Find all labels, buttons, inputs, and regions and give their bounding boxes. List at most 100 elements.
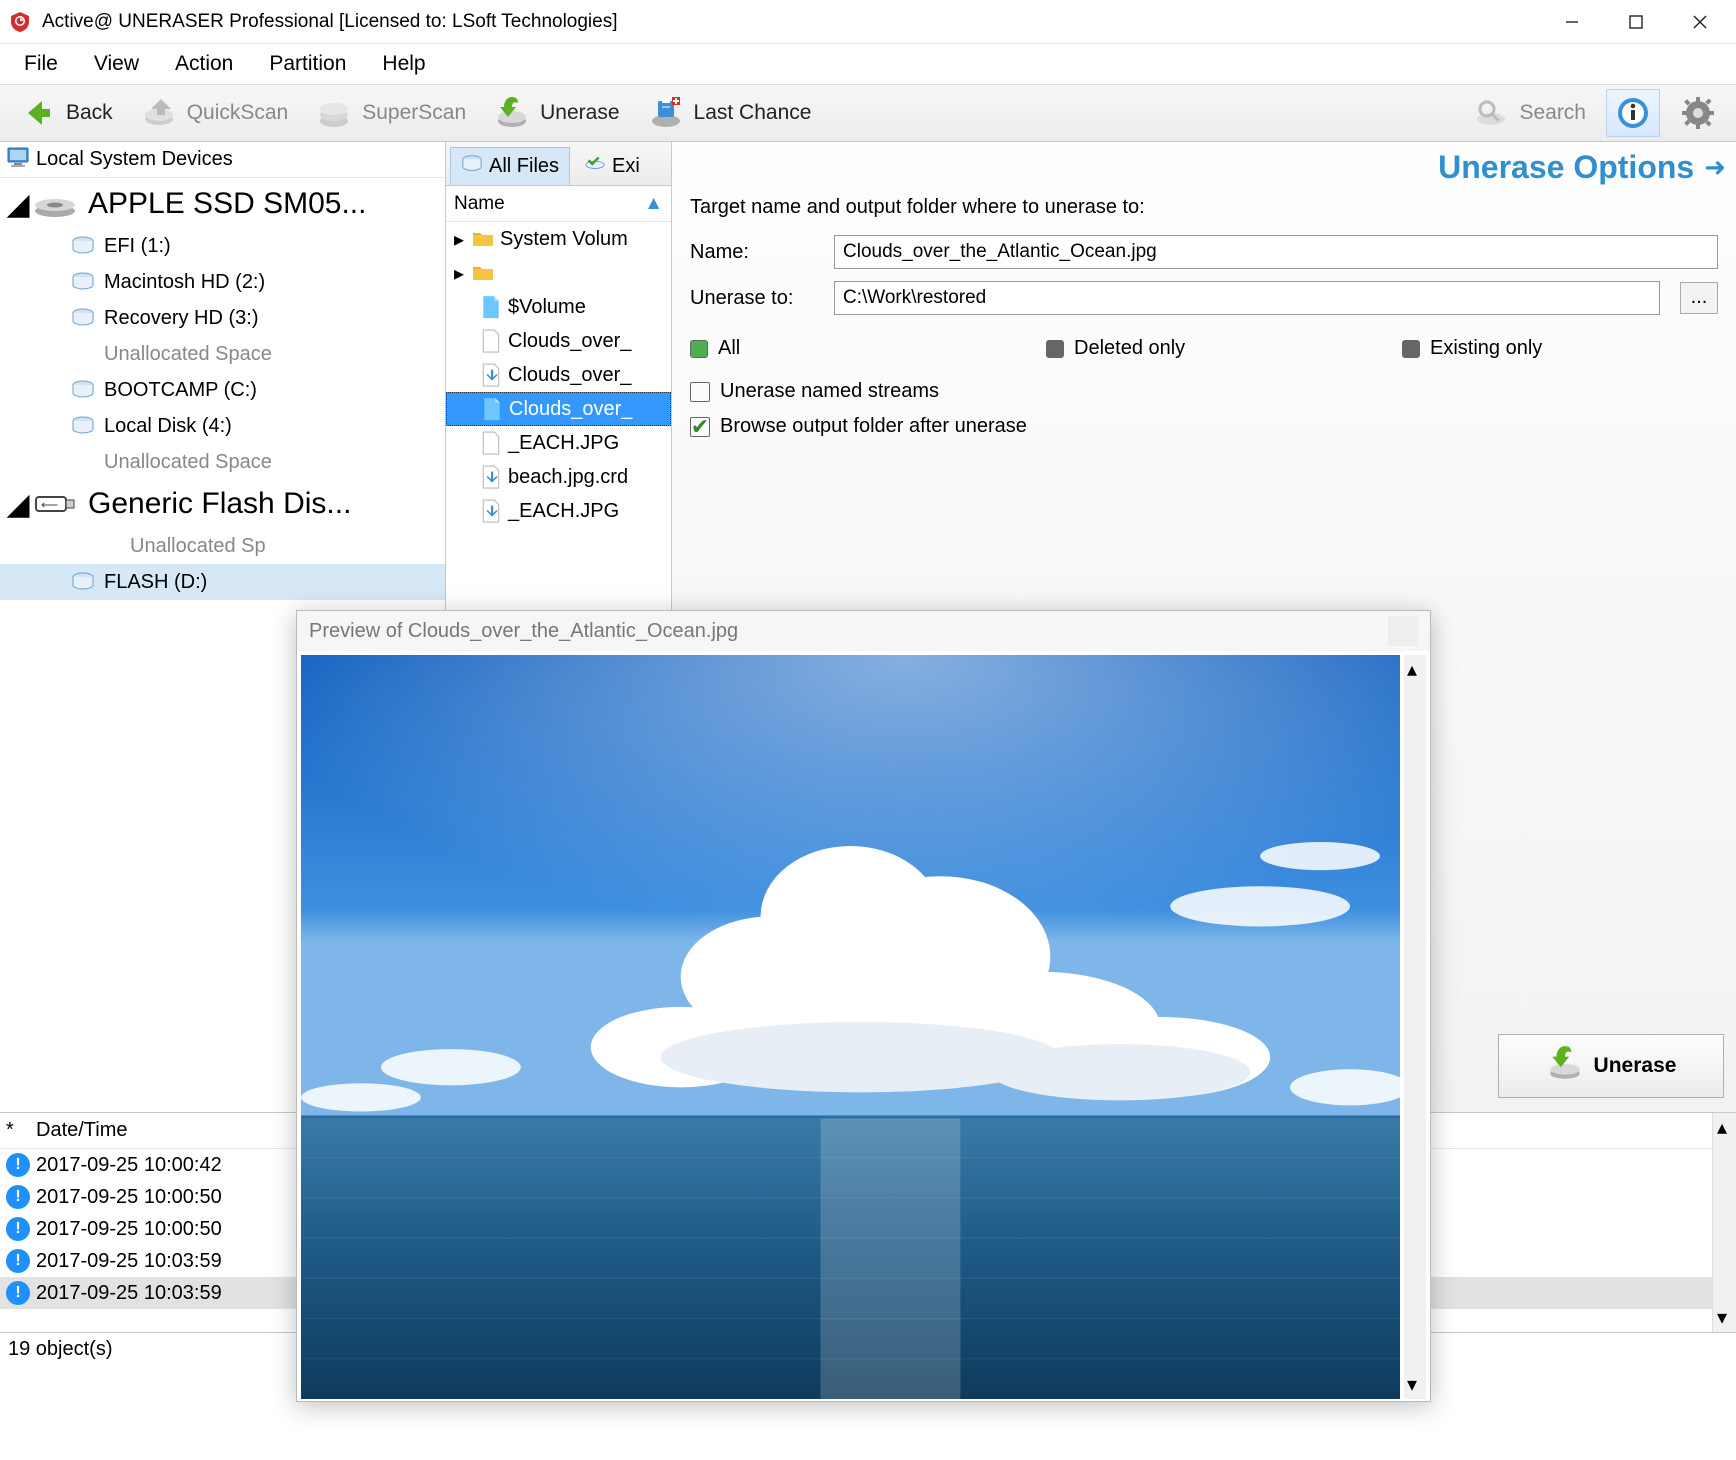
toolbar: Back QuickScan SuperScan Unerase Last Ch…: [0, 84, 1736, 142]
volume-icon: [70, 271, 96, 293]
devices-tree: ◢ APPLE SSD SM05... EFI (1:) Macintosh H…: [0, 178, 445, 602]
info-badge-icon: !: [6, 1217, 30, 1241]
preview-image: [301, 655, 1400, 1399]
file-row[interactable]: _EACH.JPG: [446, 494, 671, 528]
file-icon: [480, 432, 502, 454]
gear-icon: [1680, 95, 1716, 131]
tree-unallocated[interactable]: Unallocated Space: [0, 336, 445, 372]
volume-icon: [70, 235, 96, 257]
back-button[interactable]: Back: [6, 89, 127, 137]
file-download-icon: [480, 500, 502, 522]
tree-vol-efi[interactable]: EFI (1:): [0, 228, 445, 264]
file-row[interactable]: $Volume: [446, 290, 671, 324]
volume-icon: [70, 307, 96, 329]
log-scrollbar[interactable]: ▴ ▾: [1712, 1113, 1736, 1332]
file-row-selected[interactable]: Clouds_over_: [446, 392, 671, 426]
preview-scrollbar[interactable]: ▴ ▾: [1404, 655, 1426, 1399]
tree-vol-macintosh[interactable]: Macintosh HD (2:): [0, 264, 445, 300]
file-icon: [480, 296, 502, 318]
volume-icon: [70, 379, 96, 401]
menu-help[interactable]: Help: [364, 46, 443, 82]
hdd-icon: [30, 193, 80, 215]
check-browse-after[interactable]: ✔Browse output folder after unerase: [690, 409, 1718, 444]
file-row-folder[interactable]: ▸: [446, 256, 671, 290]
file-list: ▸System Volum ▸ $Volume Clouds_over_ Clo…: [446, 222, 671, 528]
column-header-name[interactable]: Name ▲: [446, 186, 671, 222]
usb-icon: ⟵: [30, 493, 80, 515]
preview-titlebar[interactable]: Preview of Clouds_over_the_Atlantic_Ocea…: [297, 611, 1430, 651]
unerase-desc: Target name and output folder where to u…: [672, 192, 1736, 229]
scroll-down-icon[interactable]: ▾: [1717, 1305, 1727, 1330]
tree-vol-bootcamp[interactable]: BOOTCAMP (C:): [0, 372, 445, 408]
browse-button[interactable]: ...: [1680, 282, 1718, 314]
scroll-down-icon[interactable]: ▾: [1407, 1372, 1417, 1397]
expand-icon[interactable]: ▸: [454, 227, 472, 252]
tab-existing[interactable]: Exi: [574, 147, 650, 185]
maximize-button[interactable]: [1604, 2, 1668, 42]
back-arrow-icon: [20, 95, 56, 131]
unerase-button[interactable]: Unerase: [480, 89, 633, 137]
unerase-icon: [1546, 1044, 1584, 1088]
collapse-icon[interactable]: ◢: [8, 494, 28, 514]
preview-close-button[interactable]: [1388, 616, 1418, 646]
check-streams[interactable]: Unerase named streams: [690, 374, 1718, 409]
menu-view[interactable]: View: [76, 46, 157, 82]
name-input[interactable]: [834, 235, 1718, 269]
tab-all-files[interactable]: All Files: [450, 147, 570, 185]
info-badge-icon: !: [6, 1185, 30, 1209]
radio-deleted[interactable]: Deleted only: [1046, 337, 1362, 360]
radio-all[interactable]: All: [690, 337, 1006, 360]
scroll-up-icon[interactable]: ▴: [1717, 1115, 1727, 1140]
disk-icon: [461, 154, 483, 180]
lastchance-icon: [648, 95, 684, 131]
menu-file[interactable]: File: [6, 46, 76, 82]
minimize-button[interactable]: [1540, 2, 1604, 42]
file-tabs: All Files Exi: [446, 142, 671, 186]
settings-button[interactable]: [1666, 89, 1730, 137]
unerase-options-title: Unerase Options: [1438, 149, 1694, 186]
next-arrow-icon[interactable]: ➜: [1704, 152, 1726, 183]
tree-disk-flash[interactable]: ◢ ⟵ Generic Flash Dis...: [0, 480, 445, 528]
preview-window[interactable]: Preview of Clouds_over_the_Atlantic_Ocea…: [296, 610, 1431, 1402]
info-icon: [1615, 95, 1651, 131]
tree-vol-flash-selected[interactable]: FLASH (D:): [0, 564, 445, 600]
tree-unallocated[interactable]: Unallocated Sp: [0, 528, 445, 564]
tree-unallocated[interactable]: Unallocated Space: [0, 444, 445, 480]
tree-vol-recovery[interactable]: Recovery HD (3:): [0, 300, 445, 336]
checkbox-icon: [690, 382, 710, 402]
file-row-folder[interactable]: ▸System Volum: [446, 222, 671, 256]
search-button[interactable]: Search: [1459, 89, 1600, 137]
info-badge-icon: !: [6, 1249, 30, 1273]
scroll-up-icon[interactable]: ▴: [1407, 657, 1417, 682]
unerase-action-button[interactable]: Unerase: [1498, 1034, 1724, 1098]
volume-icon: [70, 571, 96, 593]
svg-text:⟵: ⟵: [41, 498, 58, 512]
radio-icon: [1402, 340, 1420, 358]
radio-existing[interactable]: Existing only: [1402, 337, 1718, 360]
path-input[interactable]: [834, 281, 1660, 315]
tree-vol-localdisk[interactable]: Local Disk (4:): [0, 408, 445, 444]
expand-icon[interactable]: ▸: [454, 261, 472, 286]
file-row[interactable]: _EACH.JPG: [446, 426, 671, 460]
collapse-icon[interactable]: ◢: [8, 194, 28, 214]
window-title: Active@ UNERASER Professional [Licensed …: [42, 11, 1540, 33]
file-row[interactable]: Clouds_over_: [446, 324, 671, 358]
lastchance-button[interactable]: Last Chance: [634, 89, 826, 137]
info-button[interactable]: [1606, 89, 1660, 137]
superscan-button[interactable]: SuperScan: [302, 89, 480, 137]
tree-disk-apple[interactable]: ◢ APPLE SSD SM05...: [0, 180, 445, 228]
info-badge-icon: !: [6, 1153, 30, 1177]
devices-header: Local System Devices: [0, 142, 445, 178]
menu-partition[interactable]: Partition: [251, 46, 364, 82]
path-label: Unerase to:: [690, 287, 820, 310]
file-download-icon: [480, 364, 502, 386]
preview-title: Preview of Clouds_over_the_Atlantic_Ocea…: [309, 620, 738, 643]
close-button[interactable]: [1668, 2, 1732, 42]
superscan-icon: [316, 95, 352, 131]
menu-action[interactable]: Action: [157, 46, 251, 82]
quickscan-button[interactable]: QuickScan: [127, 89, 303, 137]
file-row[interactable]: beach.jpg.crd: [446, 460, 671, 494]
file-row[interactable]: Clouds_over_: [446, 358, 671, 392]
checkbox-checked-icon: ✔: [690, 417, 710, 437]
unerase-icon: [494, 95, 530, 131]
